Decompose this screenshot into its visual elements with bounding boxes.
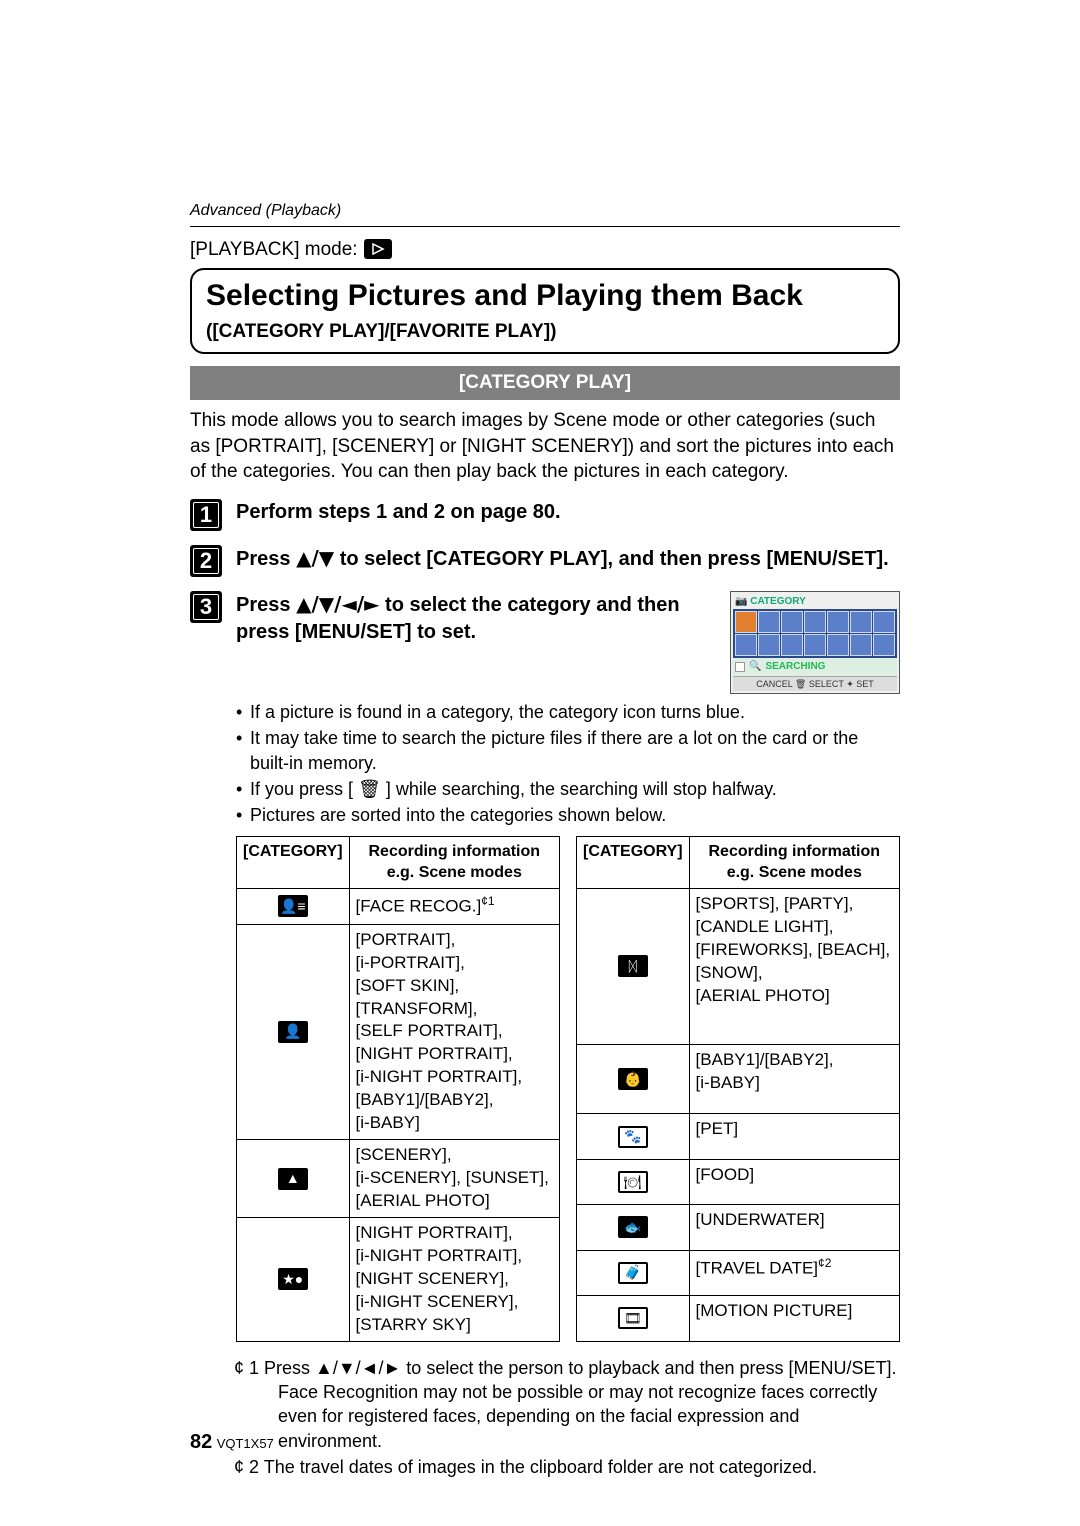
underwater-icon: 🐟 (618, 1216, 648, 1238)
page-footer: 82 VQT1X57 (190, 1429, 274, 1456)
step-3-pre: Press (236, 594, 296, 616)
category-icon-cell: 👶 (577, 1045, 690, 1114)
bullet-item: Pictures are sorted into the categories … (236, 803, 900, 827)
face-recog-icon: 👤≡ (278, 895, 308, 917)
category-icon-cell: ▲ (237, 1140, 350, 1218)
category-icon-cell: 🐾 (577, 1114, 690, 1159)
screenshot-thumb-icon (735, 662, 745, 672)
up-down-arrows-icon: ▲/▼ (296, 546, 334, 570)
food-icon: 🍽 (618, 1171, 648, 1193)
step-number-1: 1 (190, 499, 222, 531)
page-subtitle: ([CATEGORY PLAY]/[FAVORITE PLAY]) (206, 319, 884, 345)
page-number: 82 (190, 1431, 212, 1453)
travel-icon: 🧳 (618, 1262, 648, 1284)
playback-mode-line: [PLAYBACK] mode: (190, 237, 900, 263)
table-row: ▲ [SCENERY], [i-SCENERY], [SUNSET], [AERI… (237, 1140, 560, 1218)
page-title: Selecting Pictures and Playing them Back (206, 276, 884, 317)
category-icon-cell: 🐟 (577, 1205, 690, 1250)
category-text-cell: [PET] (689, 1114, 899, 1159)
step-2-post: to select [CATEGORY PLAY], and then pres… (334, 548, 889, 570)
category-icon-cell: ᛞ (577, 888, 690, 1044)
footnote-2: ¢ 2 The travel dates of images in the cl… (234, 1455, 900, 1479)
section-divider (190, 226, 900, 227)
bullet-item: It may take time to search the picture f… (236, 726, 900, 775)
night-scenery-icon: ★● (278, 1268, 308, 1290)
doc-code: VQT1X57 (217, 1436, 274, 1451)
table-header-category: [CATEGORY] (577, 836, 690, 888)
bullet-item: If a picture is found in a category, the… (236, 700, 900, 724)
table-header-recinfo: Recording informatione.g. Scene modes (689, 836, 899, 888)
table-row: 👶 [BABY1]/[BABY2], [i-BABY] (577, 1045, 900, 1114)
dpad-arrows-icon: ▲/▼/◄/► (296, 592, 379, 616)
footnotes: ¢ 1 Press ▲/▼/◄/► to select the person t… (190, 1356, 900, 1479)
table-row: 🐾 [PET] (577, 1114, 900, 1159)
category-tables: [CATEGORY] Recording informatione.g. Sce… (236, 836, 900, 1342)
camera-screenshot: 📷 CATEGORY 🔍 SEARCHING CANCEL 🗑 SELECT ✦… (730, 591, 900, 694)
category-play-heading: [CATEGORY PLAY] (190, 366, 900, 400)
category-text-cell: [MOTION PICTURE] (689, 1296, 899, 1341)
category-text-cell: [TRAVEL DATE]¢2 (689, 1250, 899, 1295)
intro-text: This mode allows you to search images by… (190, 408, 900, 485)
category-text-cell: [PORTRAIT], [i-PORTRAIT], [SOFT SKIN], [… (349, 924, 559, 1139)
category-text-cell: [BABY1]/[BABY2], [i-BABY] (689, 1045, 899, 1114)
category-text-cell: [NIGHT PORTRAIT], [i-NIGHT PORTRAIT], [N… (349, 1217, 559, 1341)
category-table-left: [CATEGORY] Recording informatione.g. Sce… (236, 836, 560, 1342)
section-label: Advanced (Playback) (190, 200, 900, 222)
table-row: ★● [NIGHT PORTRAIT], [i-NIGHT PORTRAIT], … (237, 1217, 560, 1341)
category-icon-cell: ★● (237, 1217, 350, 1341)
screenshot-category-label: 📷 CATEGORY (733, 594, 897, 610)
step-2-pre: Press (236, 548, 296, 570)
table-row: 👤≡ [FACE RECOG.]¢1 (237, 888, 560, 924)
category-icon-cell: 👤 (237, 924, 350, 1139)
screenshot-searching-label: SEARCHING (765, 660, 825, 674)
table-row: 🐟 [UNDERWATER] (577, 1205, 900, 1250)
category-table-right: [CATEGORY] Recording informatione.g. Sce… (576, 836, 900, 1342)
table-row: 🍽 [FOOD] (577, 1159, 900, 1204)
category-text-cell: [FOOD] (689, 1159, 899, 1204)
playback-mode-label: [PLAYBACK] mode: (190, 237, 358, 263)
step-number-3: 3 (190, 591, 222, 623)
scenery-icon: ▲ (278, 1168, 308, 1190)
step-1-title: Perform steps 1 and 2 on page 80. (236, 499, 900, 526)
screenshot-searching-row: 🔍 SEARCHING (733, 658, 897, 676)
step-number-2: 2 (190, 545, 222, 577)
category-text-cell: [FACE RECOG.]¢1 (349, 888, 559, 924)
title-bar: Selecting Pictures and Playing them Back… (190, 268, 900, 354)
screenshot-grid (733, 609, 897, 658)
step-2: 2 Press ▲/▼ to select [CATEGORY PLAY], a… (190, 545, 900, 577)
pet-icon: 🐾 (618, 1126, 648, 1148)
step-2-title: Press ▲/▼ to select [CATEGORY PLAY], and… (236, 545, 900, 573)
table-row: 👤 [PORTRAIT], [i-PORTRAIT], [SOFT SKIN], … (237, 924, 560, 1139)
playback-icon (364, 239, 392, 259)
category-text-cell: [UNDERWATER] (689, 1205, 899, 1250)
category-icon-cell: 🎞 (577, 1296, 690, 1341)
step-3: 3 Press ▲/▼/◄/► to select the category a… (190, 591, 900, 1342)
portrait-icon: 👤 (278, 1021, 308, 1043)
category-icon-cell: 🍽 (577, 1159, 690, 1204)
motion-icon: 🎞 (618, 1307, 648, 1329)
step-1: 1 Perform steps 1 and 2 on page 80. (190, 499, 900, 531)
category-icon-cell: 🧳 (577, 1250, 690, 1295)
category-icon-cell: 👤≡ (237, 888, 350, 924)
table-row: ᛞ [SPORTS], [PARTY], [CANDLE LIGHT], [FIR… (577, 888, 900, 1044)
table-row: 🧳 [TRAVEL DATE]¢2 (577, 1250, 900, 1295)
table-header-category: [CATEGORY] (237, 836, 350, 888)
category-text-cell: [SCENERY], [i-SCENERY], [SUNSET], [AERIA… (349, 1140, 559, 1218)
footnote-1: ¢ 1 Press ▲/▼/◄/► to select the person t… (234, 1356, 900, 1453)
category-text-cell: [SPORTS], [PARTY], [CANDLE LIGHT], [FIRE… (689, 888, 899, 1044)
table-row: 🎞 [MOTION PICTURE] (577, 1296, 900, 1341)
baby-icon: 👶 (618, 1068, 648, 1090)
screenshot-bottom-bar: CANCEL 🗑 SELECT ✦ SET (733, 676, 897, 691)
table-header-recinfo: Recording informatione.g. Scene modes (349, 836, 559, 888)
step-3-bullets: If a picture is found in a category, the… (236, 700, 900, 827)
bullet-item: If you press [ 🗑 ] while searching, the … (236, 777, 900, 801)
step-3-title: Press ▲/▼/◄/► to select the category and… (236, 591, 714, 646)
sports-icon: ᛞ (618, 955, 648, 977)
